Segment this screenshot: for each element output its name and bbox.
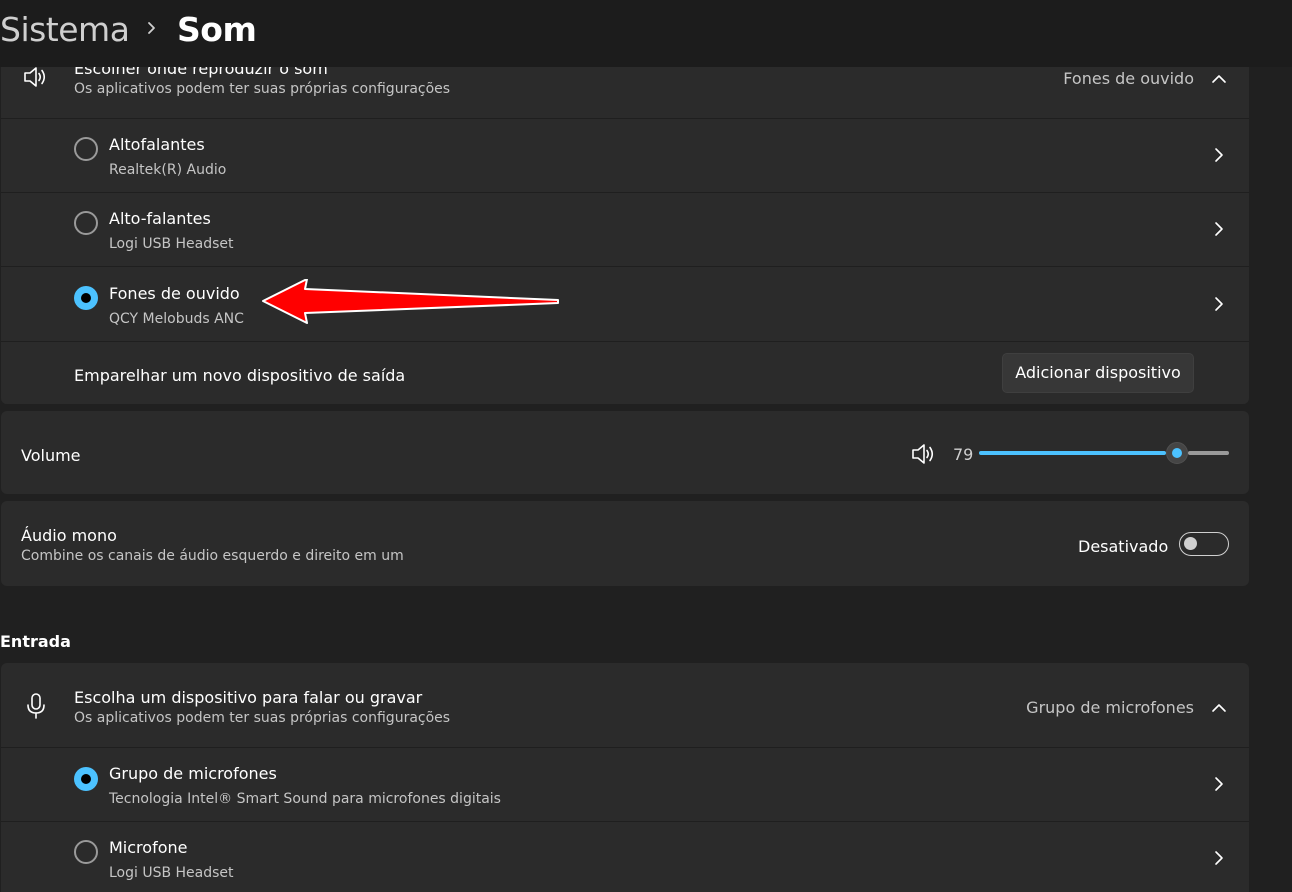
breadcrumb-parent[interactable]: Sistema xyxy=(0,10,130,49)
input-device-item[interactable]: Grupo de microfones Tecnologia Intel® Sm… xyxy=(1,748,1249,821)
volume-card: Volume 79 xyxy=(1,411,1249,494)
input-header-row[interactable]: Escolha um dispositivo para falar ou gra… xyxy=(1,663,1249,747)
chevron-right-icon[interactable] xyxy=(1213,776,1225,792)
output-device-item[interactable]: Altofalantes Realtek(R) Audio xyxy=(1,119,1249,192)
device-detail: Tecnologia Intel® Smart Sound para micro… xyxy=(109,791,501,807)
chevron-right-icon[interactable] xyxy=(1213,296,1225,312)
device-radio-selected[interactable] xyxy=(74,286,98,310)
device-radio[interactable] xyxy=(74,211,98,235)
pair-device-row: Emparelhar um novo dispositivo de saída … xyxy=(1,342,1249,404)
output-header-subtitle: Os aplicativos podem ter suas próprias c… xyxy=(74,81,451,97)
input-selected-value: Grupo de microfones xyxy=(1026,698,1194,717)
volume-label: Volume xyxy=(21,446,81,465)
device-detail: Logi USB Headset xyxy=(109,865,234,881)
chevron-right-icon[interactable] xyxy=(1213,221,1225,237)
chevron-right-icon[interactable] xyxy=(1213,850,1225,866)
output-device-item[interactable]: Fones de ouvido QCY Melobuds ANC xyxy=(1,267,1249,341)
device-radio-selected[interactable] xyxy=(74,767,98,791)
volume-slider[interactable] xyxy=(979,441,1229,465)
output-selected-value: Fones de ouvido xyxy=(1063,69,1194,88)
input-section-title: Entrada xyxy=(0,632,71,651)
pair-device-label: Emparelhar um novo dispositivo de saída xyxy=(74,366,406,385)
device-name: Microfone xyxy=(109,838,188,857)
device-name: Altofalantes xyxy=(109,135,205,154)
device-name: Fones de ouvido xyxy=(109,284,240,303)
chevron-right-icon xyxy=(143,15,161,41)
annotation-arrow xyxy=(262,279,559,324)
chevron-right-icon[interactable] xyxy=(1213,147,1225,163)
chevron-up-icon[interactable] xyxy=(1211,70,1227,83)
input-header-title: Escolha um dispositivo para falar ou gra… xyxy=(74,688,423,707)
device-radio[interactable] xyxy=(74,137,98,161)
input-header-subtitle: Os aplicativos podem ter suas próprias c… xyxy=(74,710,451,726)
speaker-icon[interactable] xyxy=(910,441,938,467)
device-radio[interactable] xyxy=(74,840,98,864)
device-detail: Realtek(R) Audio xyxy=(109,162,227,178)
page-title: Som xyxy=(177,10,257,49)
volume-value: 79 xyxy=(953,445,974,464)
mono-audio-subtitle: Combine os canais de áudio esquerdo e di… xyxy=(21,548,404,564)
speaker-icon xyxy=(22,64,50,90)
volume-slider-thumb[interactable] xyxy=(1165,442,1188,464)
mono-audio-card: Áudio mono Combine os canais de áudio es… xyxy=(1,501,1249,586)
mono-audio-toggle[interactable] xyxy=(1179,532,1229,556)
page-header: Sistema Som xyxy=(0,0,1292,67)
output-device-item[interactable]: Alto-falantes Logi USB Headset xyxy=(1,193,1249,266)
device-name: Grupo de microfones xyxy=(109,764,277,783)
input-device-item[interactable]: Microfone Logi USB Headset xyxy=(1,822,1249,892)
device-detail: Logi USB Headset xyxy=(109,236,234,252)
chevron-up-icon[interactable] xyxy=(1211,699,1227,712)
mono-audio-title: Áudio mono xyxy=(21,526,117,545)
microphone-icon xyxy=(25,692,47,720)
add-device-button[interactable]: Adicionar dispositivo xyxy=(1002,353,1194,393)
device-detail: QCY Melobuds ANC xyxy=(109,311,244,327)
mono-audio-state: Desativado xyxy=(1078,537,1169,556)
device-name: Alto-falantes xyxy=(109,209,211,228)
